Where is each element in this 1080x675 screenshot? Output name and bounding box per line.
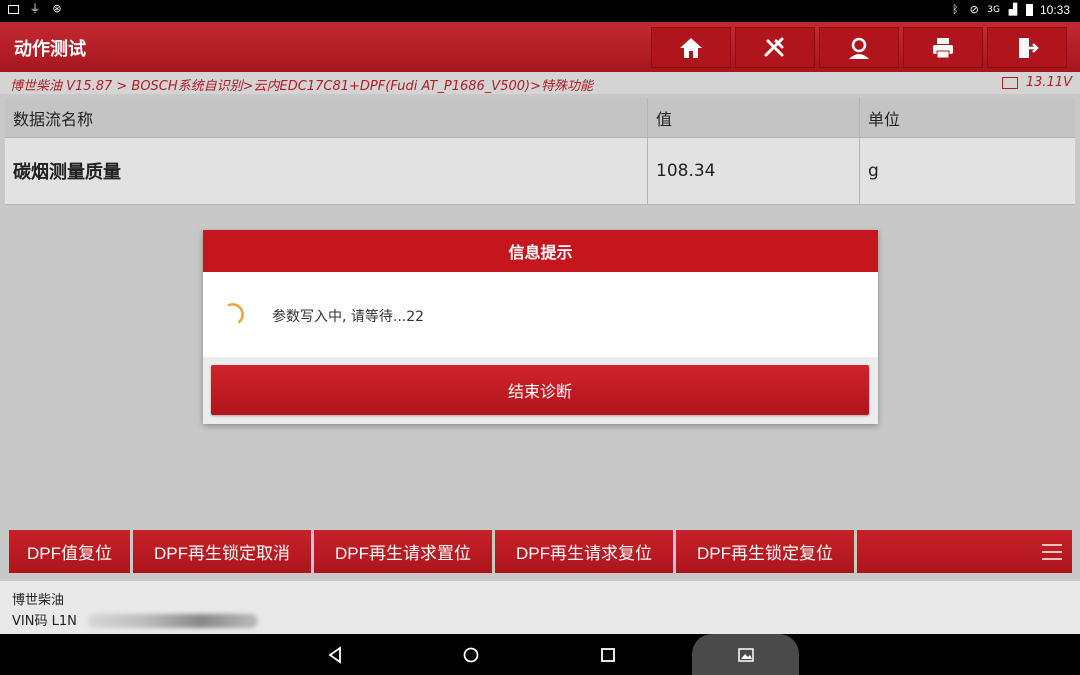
user-button[interactable] xyxy=(819,27,899,68)
tools-icon xyxy=(764,37,784,56)
cell-value: 108.34 xyxy=(648,138,860,204)
bluetooth-icon: ᛒ xyxy=(951,3,959,16)
cell-unit: g xyxy=(868,161,879,181)
vehicle-info-bar: 博世柴油 VIN码 L1N xyxy=(0,581,1080,634)
breadcrumb: 博世柴油 V15.87 > BOSCH系统自识别>云内EDC17C81+DPF(… xyxy=(10,79,593,94)
battery-icon xyxy=(1025,4,1033,16)
home-button[interactable] xyxy=(651,27,731,68)
usb-icon: ⏚ xyxy=(29,2,41,15)
image-icon xyxy=(737,647,754,662)
print-button[interactable] xyxy=(903,27,983,68)
table-header-row: 数据流名称 值 单位 xyxy=(5,98,1075,138)
app-header: 动作测试 xyxy=(0,22,1080,72)
info-dialog: 信息提示 参数写入中, 请等待...22 结束诊断 xyxy=(203,230,878,424)
voltage-value: 13.11V xyxy=(1025,75,1072,90)
exit-button[interactable] xyxy=(987,27,1067,68)
home-nav-icon[interactable] xyxy=(460,644,482,666)
exit-icon xyxy=(1019,37,1039,58)
dpf-value-reset-button[interactable]: DPF值复位 xyxy=(9,530,130,573)
dialog-message: 参数写入中, 请等待...22 xyxy=(272,309,425,325)
column-header-name: 数据流名称 xyxy=(5,98,648,137)
screenshot-button[interactable] xyxy=(692,634,799,675)
no-disturb-icon: ⊘ xyxy=(969,3,979,16)
redacted-vin xyxy=(88,614,258,628)
dpf-regen-lock-cancel-button[interactable]: DPF再生锁定取消 xyxy=(133,530,311,573)
back-icon[interactable] xyxy=(324,644,346,666)
user-icon xyxy=(849,37,869,59)
more-functions-button[interactable] xyxy=(857,530,1072,573)
function-button-bar: DPF值复位 DPF再生锁定取消 DPF再生请求置位 DPF再生请求复位 DPF… xyxy=(9,530,1072,573)
home-icon xyxy=(680,37,702,58)
vin-label: VIN码 L1N xyxy=(12,614,77,629)
column-header-value: 值 xyxy=(648,98,860,137)
data-stream-table: 数据流名称 值 单位 碳烟测量质量 108.34 g xyxy=(5,98,1075,205)
recents-icon[interactable] xyxy=(597,644,619,666)
car-battery-icon xyxy=(1001,76,1018,89)
dialog-body: 参数写入中, 请等待...22 xyxy=(203,272,878,357)
dpf-regen-lock-reset-button[interactable]: DPF再生锁定复位 xyxy=(676,530,854,573)
menu-icon xyxy=(1042,543,1062,560)
signal-icon: ▟ xyxy=(1008,3,1018,16)
status-bar: ⏚ ⊛ ᛒ ⊘ 3G ▟ 10:33 xyxy=(0,0,1080,22)
dpf-regen-request-set-button[interactable]: DPF再生请求置位 xyxy=(314,530,492,573)
dialog-title: 信息提示 xyxy=(203,230,878,272)
dialog-footer: 结束诊断 xyxy=(203,357,878,424)
dpf-regen-request-reset-button[interactable]: DPF再生请求复位 xyxy=(495,530,673,573)
table-row[interactable]: 碳烟测量质量 108.34 g xyxy=(5,138,1075,205)
breadcrumb-bar: 博世柴油 V15.87 > BOSCH系统自识别>云内EDC17C81+DPF(… xyxy=(0,72,1080,94)
gallery-icon xyxy=(8,4,19,14)
print-icon xyxy=(933,37,953,58)
clock: 10:33 xyxy=(1039,3,1070,17)
tools-button[interactable] xyxy=(735,27,815,68)
loading-spinner-icon xyxy=(227,303,244,324)
network-label: 3G xyxy=(987,5,1000,15)
column-header-unit: 单位 xyxy=(868,109,901,129)
android-nav-bar xyxy=(0,634,1080,675)
debug-icon: ⊛ xyxy=(52,2,62,15)
voltage-indicator: 13.11V xyxy=(1001,75,1072,90)
brand-label: 博世柴油 xyxy=(12,593,65,608)
end-diagnosis-button[interactable]: 结束诊断 xyxy=(211,365,869,415)
page-title: 动作测试 xyxy=(14,39,86,60)
cell-name: 碳烟测量质量 xyxy=(5,138,648,204)
